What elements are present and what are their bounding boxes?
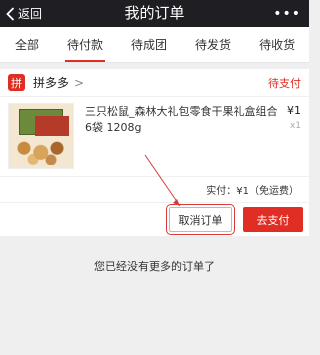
order-status: 待支付 [268, 76, 301, 90]
order-summary: 实付：¥1（免运费） [0, 177, 309, 203]
page-title: 我的订单 [124, 4, 185, 22]
tab-pending-group[interactable]: 待成团 [131, 27, 167, 62]
order-tabs: 全部 待付款 待成团 待发货 待收货 待 [0, 27, 309, 63]
store-header[interactable]: 拼 拼多多 > 待支付 [0, 69, 309, 97]
product-price: ¥1 [287, 104, 301, 117]
tab-pending-shipment[interactable]: 待发货 [195, 27, 231, 62]
more-menu-icon[interactable]: ••• [273, 0, 301, 27]
product-row[interactable]: 三只松鼠_森林大礼包零食干果礼盒组合6袋 1208g ¥1 x1 [0, 97, 309, 177]
orders-page: 返回 我的订单 ••• 全部 待付款 待成团 待发货 待收货 待 拼 拼多多 >… [0, 0, 309, 355]
order-actions: 取消订单 去支付 [0, 203, 309, 236]
tab-pending-payment[interactable]: 待付款 [65, 27, 106, 62]
cancel-order-button[interactable]: 取消订单 [166, 204, 235, 235]
pay-button[interactable]: 去支付 [243, 207, 303, 232]
product-title: 三只松鼠_森林大礼包零食干果礼盒组合6袋 1208g [85, 105, 278, 134]
store-name: 拼多多 [33, 76, 70, 90]
chevron-right-icon: > [74, 75, 85, 90]
no-more-orders-message: 您已经没有更多的订单了 [94, 260, 215, 273]
store-logo: 拼 [8, 74, 25, 91]
product-quantity: x1 [289, 121, 301, 131]
tab-pending-receipt[interactable]: 待收货 [259, 27, 295, 62]
product-image [8, 103, 74, 169]
nav-bar: 返回 我的订单 ••• [0, 0, 309, 27]
tab-all[interactable]: 全部 [15, 27, 39, 62]
